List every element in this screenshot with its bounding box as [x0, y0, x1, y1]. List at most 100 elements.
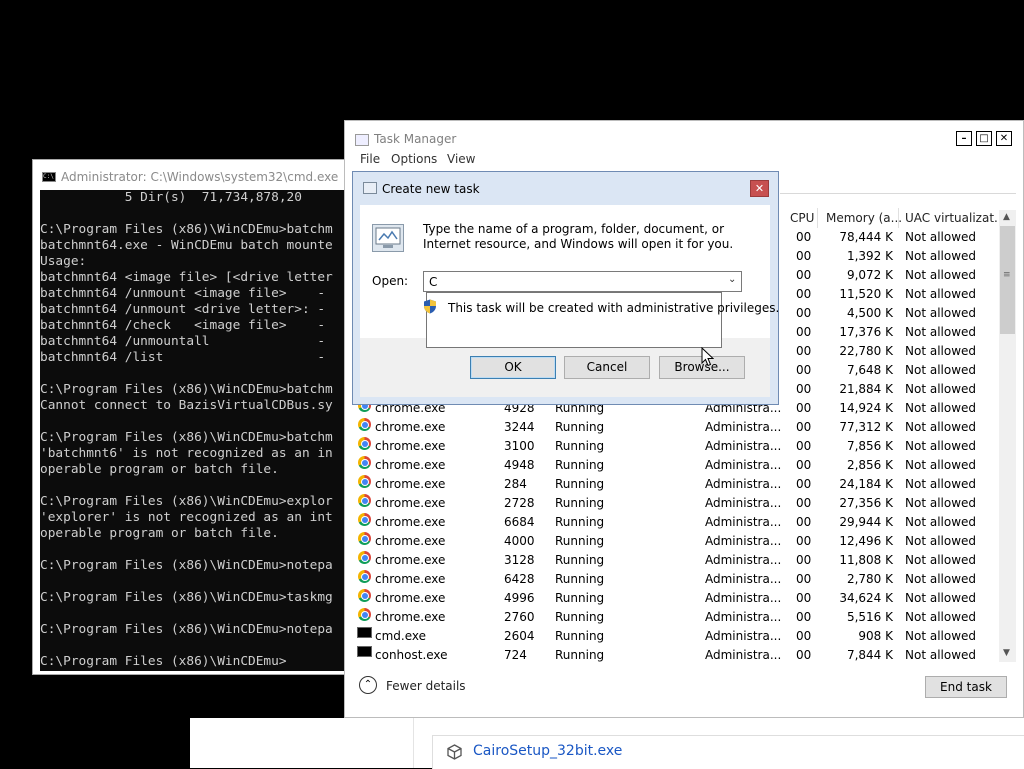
process-memory: 11,520 K: [839, 287, 893, 301]
process-memory: 4,500 K: [846, 306, 893, 320]
process-uac: Not allowed: [905, 496, 977, 510]
process-cpu: 00: [796, 534, 812, 548]
table-row[interactable]: chrome.exe 2728 Running Administra... 00 27,3…: [354, 494, 999, 513]
console-icon: [357, 646, 372, 657]
shield-icon: [424, 299, 436, 314]
console-line: batchmnt64 <image file> [<drive letter: [40, 270, 333, 285]
process-cpu: 00: [796, 458, 812, 472]
table-row[interactable]: chrome.exe 3100 Running Administra... 00 7,85…: [354, 437, 999, 456]
close-button[interactable]: ✕: [996, 131, 1012, 146]
process-cpu: 00: [796, 420, 812, 434]
console-line: batchmnt64 /unmountall -: [40, 334, 326, 349]
process-cpu: 00: [796, 439, 812, 453]
console-line: operable program or batch file.: [40, 462, 279, 477]
process-uac: Not allowed: [905, 249, 977, 263]
process-memory: 34,624 K: [839, 591, 893, 605]
menu-view[interactable]: View: [447, 152, 475, 166]
menu-file[interactable]: File: [360, 152, 380, 166]
console-line: batchmnt64 /unmount <image file> -: [40, 286, 326, 301]
process-user: Administra...: [705, 553, 782, 567]
run-icon: [363, 182, 377, 194]
process-status: Running: [555, 420, 605, 434]
chrome-icon: [358, 475, 371, 488]
process-name: chrome.exe: [375, 420, 446, 434]
dialog-close-button[interactable]: ✕: [750, 180, 769, 197]
process-status: Running: [555, 515, 605, 529]
console-line: C:\Program Files (x86)\WinCDEmu>notepa: [40, 558, 333, 573]
table-row[interactable]: conhost.exe 724 Running Administra... 00 7,84…: [354, 646, 999, 664]
scroll-up-icon[interactable]: ▲: [1003, 212, 1010, 222]
table-row[interactable]: chrome.exe 4996 Running Administra... 00 34,6…: [354, 589, 999, 608]
table-row[interactable]: chrome.exe 2760 Running Administra... 00 5,51…: [354, 608, 999, 627]
process-status: Running: [555, 477, 605, 491]
open-combobox[interactable]: [423, 271, 742, 292]
console-line: C:\Program Files (x86)\WinCDEmu>batchm: [40, 222, 333, 237]
process-cpu: 00: [796, 325, 812, 339]
chrome-icon: [358, 608, 371, 621]
end-task-button[interactable]: End task: [925, 676, 1007, 698]
maximize-button[interactable]: □: [976, 131, 992, 146]
console-icon: C:\: [42, 172, 56, 182]
column-header-uac[interactable]: UAC virtualizat...: [905, 208, 1005, 228]
process-status: Running: [555, 534, 605, 548]
ok-button[interactable]: OK: [470, 356, 556, 379]
table-row[interactable]: chrome.exe 284 Running Administra... 00 24,18…: [354, 475, 999, 494]
process-status: Running: [555, 553, 605, 567]
process-memory: 77,312 K: [839, 420, 893, 434]
cmd-console[interactable]: 5 Dir(s) 71,734,878,20 C:\Program Files …: [40, 190, 348, 671]
process-pid: 2604: [504, 629, 535, 643]
process-uac: Not allowed: [905, 534, 977, 548]
run-program-icon: [372, 224, 404, 252]
process-memory: 17,376 K: [839, 325, 893, 339]
table-row[interactable]: chrome.exe 3244 Running Administra... 00 77,3…: [354, 418, 999, 437]
chrome-icon: [358, 551, 371, 564]
process-memory: 9,072 K: [846, 268, 893, 282]
process-name: cmd.exe: [375, 629, 427, 643]
process-pid: 724: [504, 648, 527, 662]
process-status: Running: [555, 591, 605, 605]
fewer-details-link[interactable]: Fewer details: [386, 679, 466, 693]
cancel-button[interactable]: Cancel: [564, 356, 650, 379]
process-uac: Not allowed: [905, 363, 977, 377]
process-pid: 2760: [504, 610, 535, 624]
process-pid: 6428: [504, 572, 535, 586]
process-cpu: 00: [796, 344, 812, 358]
console-icon: [357, 627, 372, 638]
column-divider: [817, 208, 818, 228]
task-manager-title: Task Manager: [374, 132, 457, 146]
scrollbar-thumb[interactable]: [1000, 226, 1015, 334]
process-user: Administra...: [705, 515, 782, 529]
open-label: Open:: [372, 274, 409, 288]
table-row[interactable]: cmd.exe 2604 Running Administra... 00 908 K No…: [354, 627, 999, 646]
minimize-button[interactable]: –: [956, 131, 972, 146]
chevron-down-icon[interactable]: ⌄: [728, 274, 736, 285]
process-memory: 2,780 K: [846, 572, 893, 586]
menu-options[interactable]: Options: [391, 152, 437, 166]
console-line: C:\Program Files (x86)\WinCDEmu>taskmg: [40, 590, 333, 605]
table-row[interactable]: chrome.exe 4000 Running Administra... 00 12,4…: [354, 532, 999, 551]
process-uac: Not allowed: [905, 610, 977, 624]
scroll-down-icon[interactable]: ▼: [1003, 648, 1010, 658]
process-name: chrome.exe: [375, 496, 446, 510]
open-input[interactable]: [426, 273, 722, 290]
column-header-cpu[interactable]: CPU: [790, 208, 814, 228]
process-cpu: 00: [796, 230, 812, 244]
process-cpu: 00: [796, 401, 812, 415]
process-user: Administra...: [705, 610, 782, 624]
cmd-titlebar[interactable]: C:\ Administrator: C:\Windows\system32\c…: [33, 160, 347, 190]
process-memory: 2,856 K: [846, 458, 893, 472]
package-icon: [447, 744, 462, 760]
table-row[interactable]: chrome.exe 3128 Running Administra... 00 11,8…: [354, 551, 999, 570]
column-header-memory[interactable]: Memory (a...: [826, 208, 902, 228]
table-row[interactable]: chrome.exe 6684 Running Administra... 00 29,9…: [354, 513, 999, 532]
process-uac: Not allowed: [905, 306, 977, 320]
process-pid: 6684: [504, 515, 535, 529]
process-status: Running: [555, 439, 605, 453]
table-row[interactable]: chrome.exe 6428 Running Administra... 00 2,78…: [354, 570, 999, 589]
console-line: batchmnt64 /list -: [40, 350, 326, 365]
console-line: batchmnt64 /unmount <drive letter>: -: [40, 302, 326, 317]
process-user: Administra...: [705, 534, 782, 548]
chevron-up-icon[interactable]: ⌃: [359, 676, 377, 694]
table-row[interactable]: chrome.exe 4948 Running Administra... 00 2,85…: [354, 456, 999, 475]
download-filename-link[interactable]: CairoSetup_32bit.exe: [473, 743, 622, 759]
